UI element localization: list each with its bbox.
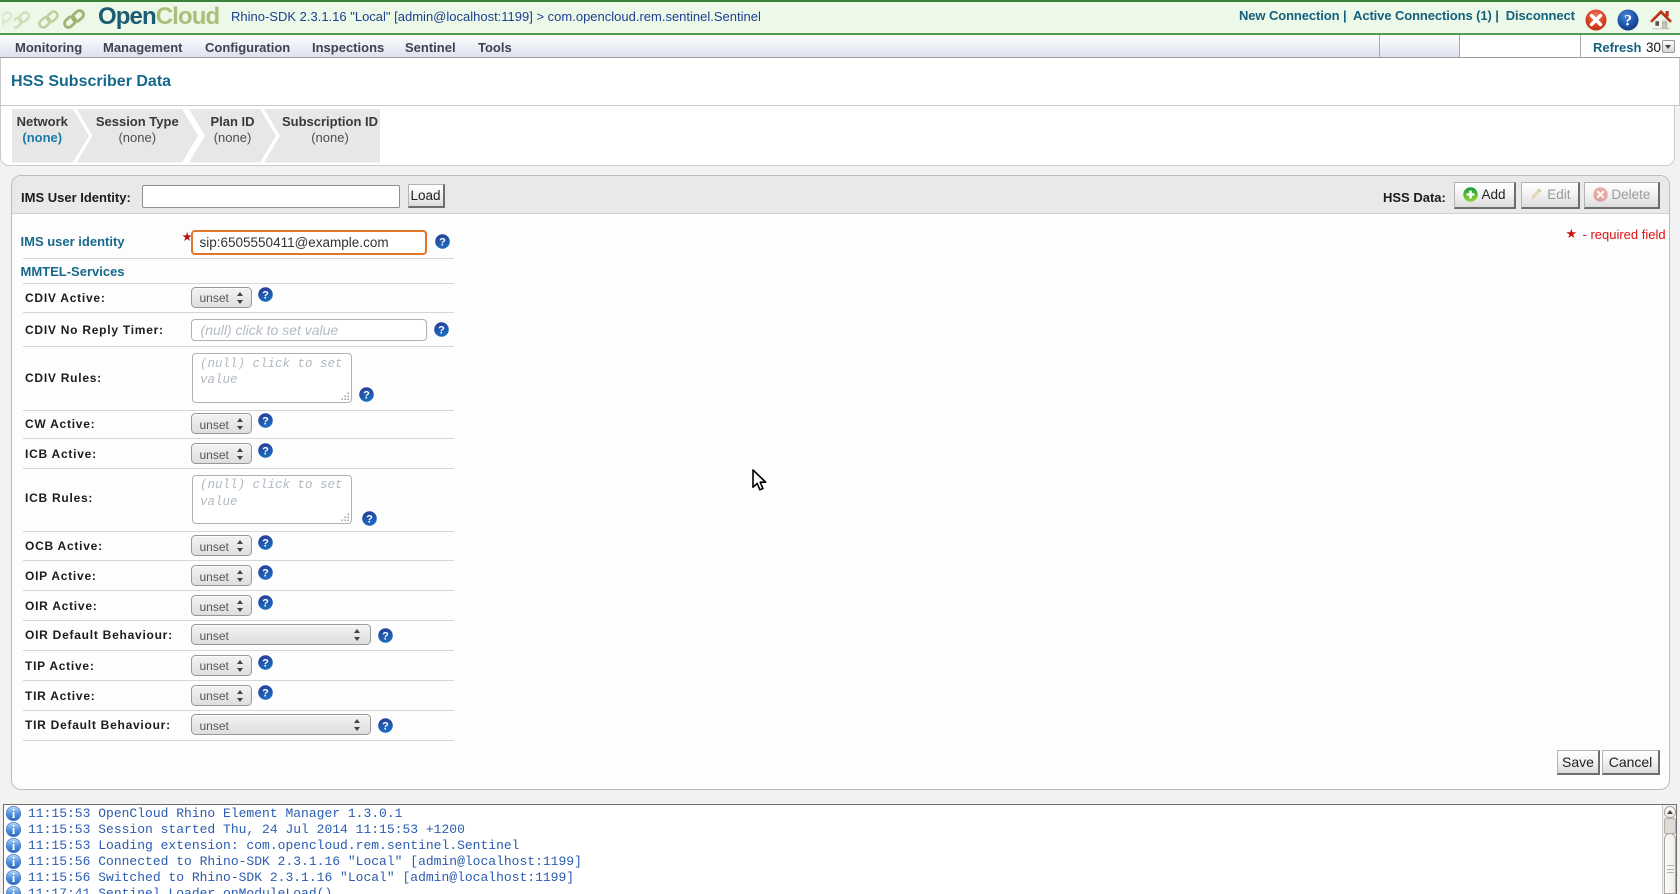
svg-text:?: ? (1624, 13, 1632, 30)
